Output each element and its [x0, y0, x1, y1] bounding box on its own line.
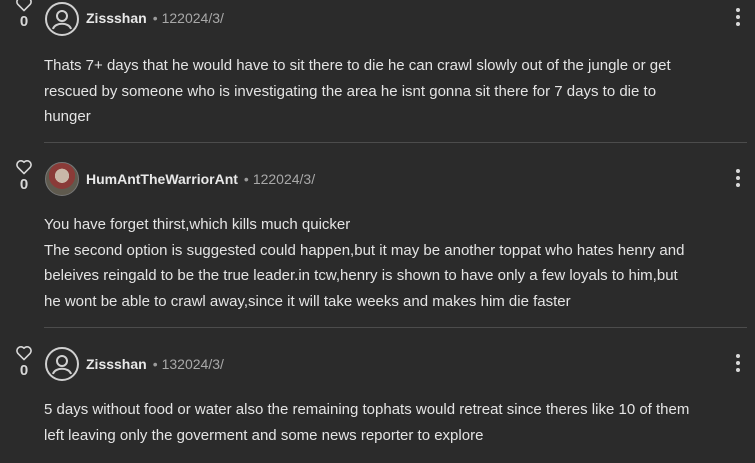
comment-text-line: 5 days without food or water also the re…	[44, 401, 690, 418]
comment-body: Thats 7+ days that he would have to sit …	[44, 53, 744, 130]
more-options-button[interactable]	[730, 354, 746, 376]
comment-text-line: rescued by someone who is investigating …	[44, 82, 657, 100]
comment-text-line: The second option is suggested could hap…	[44, 241, 685, 259]
comment-text-line: Thats 7+ days that he would have to sit …	[44, 57, 671, 74]
comment-text-line: he wont be able to crawl away,since it w…	[44, 292, 571, 310]
comment-date: 122024/3/	[252, 171, 316, 187]
more-options-button[interactable]	[730, 169, 746, 191]
like-count: 0	[19, 13, 29, 30]
comment-body: 5 days without food or water also the re…	[44, 397, 744, 448]
comment-text-line: beleives reingald to be the true leader.…	[44, 267, 678, 284]
more-vertical-icon	[736, 8, 740, 12]
user-icon	[52, 355, 72, 375]
heart-icon	[16, 160, 32, 175]
user-icon	[52, 10, 72, 30]
more-vertical-icon	[736, 169, 740, 173]
comment-meta: HumAntTheWarriorAnt • 122024/3/	[86, 171, 315, 187]
like-count: 0	[19, 362, 29, 379]
comment-meta: Zissshan • 122024/3/	[86, 10, 224, 26]
comment-body: You have forget thirst,which kills much …	[44, 212, 744, 314]
comment-date: 132024/3/	[161, 356, 224, 372]
comment-text-line: You have forget thirst,which kills much …	[44, 216, 351, 233]
comment-date: 122024/3/	[161, 10, 224, 26]
more-options-button[interactable]	[730, 8, 746, 30]
heart-icon	[16, 346, 32, 361]
like-button[interactable]: 0	[12, 159, 36, 193]
more-vertical-icon	[736, 354, 740, 358]
author-name[interactable]: Zissshan	[86, 356, 147, 372]
comment-divider	[44, 327, 747, 328]
comment-meta: Zissshan • 132024/3/	[86, 356, 224, 372]
comment-divider	[44, 142, 747, 143]
like-count: 0	[19, 176, 29, 193]
avatar[interactable]	[45, 347, 79, 381]
separator-dot: •	[152, 10, 158, 26]
author-name[interactable]: Zissshan	[86, 10, 147, 26]
separator-dot: •	[152, 356, 158, 372]
comment-text-line: left leaving only the goverment and some…	[44, 426, 484, 444]
like-button[interactable]: 0	[12, 0, 36, 30]
avatar[interactable]	[45, 2, 79, 36]
comment-text-line: hunger	[44, 108, 91, 125]
like-button[interactable]: 0	[12, 345, 36, 379]
author-name[interactable]: HumAntTheWarriorAnt	[86, 171, 238, 187]
avatar[interactable]	[45, 162, 79, 196]
heart-icon	[16, 0, 32, 12]
separator-dot: •	[243, 171, 249, 187]
